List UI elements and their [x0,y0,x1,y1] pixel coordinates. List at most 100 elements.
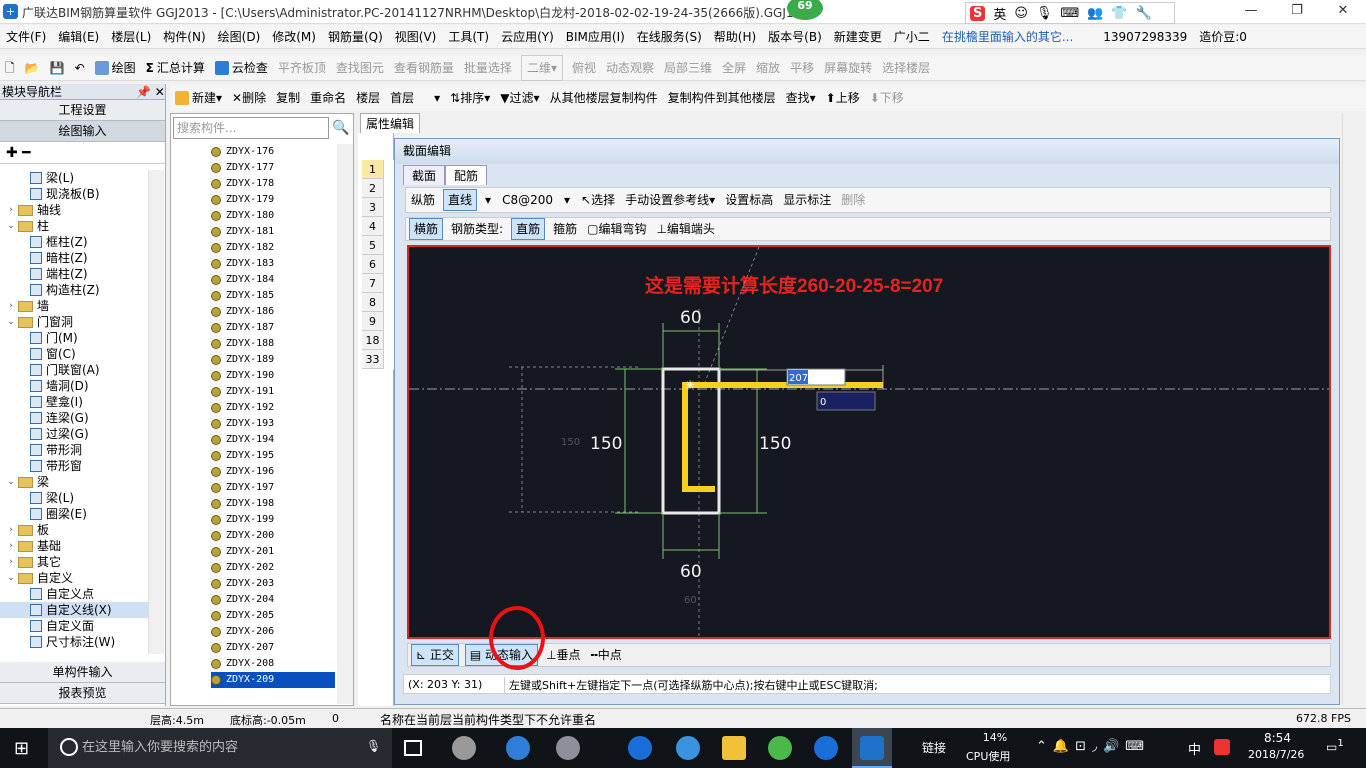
tray-icons[interactable]: ⌃🔔⊡◞🔊⌨ [1036,739,1150,754]
list-item[interactable]: ZDYX-177 [211,160,335,176]
fullscreen-button[interactable]: 全屏 [717,56,751,80]
table-row[interactable]: 5 [362,236,384,255]
tree-item[interactable]: › 板 [0,522,148,538]
edit-end-button[interactable]: ⊥ 编辑端头 [651,217,719,241]
close-button[interactable]: ✕ [1320,0,1366,24]
tree-item[interactable]: 尺寸标注(W) [0,634,148,650]
manual-ref-line-button[interactable]: 手动设置参考线 ▾ [620,188,720,212]
list-item[interactable]: ZDYX-185 [211,288,335,304]
list-item[interactable]: ZDYX-182 [211,240,335,256]
list-item[interactable]: ZDYX-183 [211,256,335,272]
line-mode-button[interactable]: 直线 [443,189,478,211]
ie-icon[interactable] [506,736,530,760]
list-item[interactable]: ZDYX-176 [211,144,335,160]
minimize-button[interactable]: — [1228,0,1274,24]
delete-rebar-button[interactable]: 删除 [836,188,870,212]
expand-collapse-icons[interactable]: ✚ ━ [0,142,165,164]
main-vertical-scrollbar[interactable] [1342,113,1358,705]
rotate-screen-button[interactable]: 屏幕旋转 [819,56,877,80]
rename-button[interactable]: 重命名 [305,86,351,110]
search-input[interactable]: 搜索构件... [173,117,329,139]
draw-button[interactable]: 绘图 [90,56,141,80]
ime-lang[interactable]: 英 [993,4,1006,23]
tree-item[interactable]: 现浇板(B) [0,186,148,202]
tree-item[interactable]: 门(M) [0,330,148,346]
list-item[interactable]: ZDYX-192 [211,400,335,416]
list-item[interactable]: ZDYX-204 [211,592,335,608]
ime-toolbar[interactable]: S 英 ☺ 🎙 ⌨ 👥 👕 🔧 [965,2,1175,24]
top-view-button[interactable]: 俯视 [567,56,601,80]
undo-icon[interactable]: ↶ [70,56,90,80]
tree-item[interactable]: ⌄ 柱 [0,218,148,234]
line-mode-dropdown[interactable]: ▾ [480,188,496,212]
sum-calc-button[interactable]: Σ 汇总计算 [141,56,210,80]
tree-item[interactable]: 自定义线(X) [0,602,148,618]
list-item[interactable]: ZDYX-181 [211,224,335,240]
perpendicular-snap[interactable]: ⊥ 垂点 [541,643,585,667]
filter-button[interactable]: ▼ 过滤 ▾ [495,86,544,110]
menu-file[interactable]: 文件(F) [0,25,52,49]
tab-reinforcement[interactable]: 配筋 [445,165,488,185]
list-item[interactable]: ZDYX-200 [211,528,335,544]
keyboard-icon[interactable]: ⌨ [1060,6,1079,21]
tree-item[interactable]: 壁龛(I) [0,394,148,410]
clock-date[interactable]: 2018/7/26 [1248,748,1304,761]
zoom-button[interactable]: 缩放 [751,56,785,80]
table-row[interactable]: 8 [362,293,384,312]
tree-item[interactable]: › 基础 [0,538,148,554]
table-row[interactable]: 18 [362,331,384,350]
ie2-icon[interactable] [676,736,700,760]
edit-hook-button[interactable]: ▢ 编辑弯钩 [582,217,651,241]
list-scrollbar[interactable] [337,144,353,704]
list-item[interactable]: ZDYX-188 [211,336,335,352]
expand-icon[interactable]: › [6,202,16,218]
find-button[interactable]: 查找 ▾ [781,86,821,110]
menu-version[interactable]: 版本号(B) [762,25,828,49]
tree-item[interactable]: 门联窗(A) [0,362,148,378]
input-lang[interactable]: 中 [1188,739,1201,758]
menu-help[interactable]: 帮助(H) [708,25,762,49]
taskbar-search[interactable]: 在这里输入你要搜索的内容 [48,728,392,768]
windows-start-icon[interactable]: ⊞ [14,738,29,759]
move-down-button[interactable]: ⬇ 下移 [865,86,909,110]
length-input-value[interactable]: 207 [789,373,808,384]
notification-center-icon[interactable]: ▭1 [1326,738,1344,754]
list-item[interactable]: ZDYX-184 [211,272,335,288]
tree-item[interactable]: ⌄ 梁 [0,474,148,490]
list-item[interactable]: ZDYX-180 [211,208,335,224]
view-rebar-button[interactable]: 查看钢筋量 [389,56,459,80]
select-button[interactable]: ↖ 选择 [576,188,620,212]
tree-item[interactable]: › 轴线 [0,202,148,218]
move-up-button[interactable]: ⬆ 上移 [821,86,865,110]
list-item[interactable]: ZDYX-205 [211,608,335,624]
list-item[interactable]: ZDYX-179 [211,192,335,208]
app-icon-3[interactable] [556,736,580,760]
set-elevation-button[interactable]: 设置标高 [720,188,778,212]
list-item[interactable]: ZDYX-178 [211,176,335,192]
drawing-canvas[interactable]: 这是需要计算长度260-20-25-8=207 60 60 150 150 15… [407,245,1331,639]
floor-select[interactable]: 首层 ▾ [385,86,445,110]
show-dimension-button[interactable]: 显示标注 [778,188,836,212]
delete-button[interactable]: ✕ 删除 [227,86,271,110]
menu-new-change[interactable]: 新建变更 [828,25,888,49]
local-3d-button[interactable]: 局部三维 [659,56,717,80]
edge-icon[interactable] [628,736,652,760]
list-item[interactable]: ZDYX-198 [211,496,335,512]
menu-edit[interactable]: 编辑(E) [52,25,105,49]
angle-input-value[interactable]: 0 [820,397,826,408]
emoji-icon[interactable]: ☺ [1014,6,1028,21]
list-item[interactable]: ZDYX-203 [211,576,335,592]
menu-bim[interactable]: BIM应用(I) [560,25,631,49]
menu-assistant[interactable]: 广小二 [888,25,936,49]
sogou-icon[interactable]: S [970,5,986,21]
midpoint-snap[interactable]: ╍ 中点 [586,643,627,667]
tree-item[interactable]: 梁(L) [0,490,148,506]
save-icon[interactable]: 💾 [45,56,70,80]
list-item[interactable]: ZDYX-208 [211,656,335,672]
ortho-button[interactable]: ⊾ 正交 [411,644,459,666]
glodon-g-icon[interactable] [814,736,838,760]
search-icon[interactable]: 🔍 [331,117,351,139]
list-item[interactable]: ZDYX-186 [211,304,335,320]
nav-single-input[interactable]: 单构件输入 [0,662,165,683]
tree-item[interactable]: 过梁(G) [0,426,148,442]
